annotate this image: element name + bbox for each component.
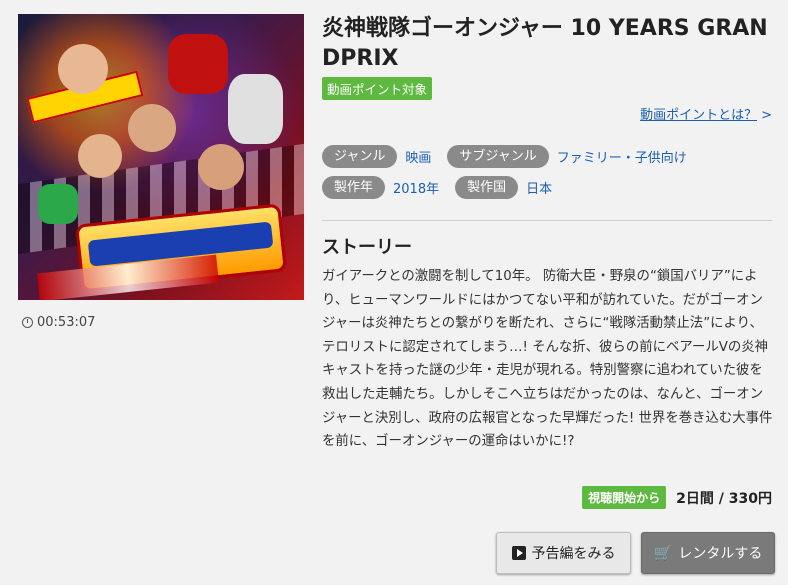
rental-button[interactable]: 🛒 レンタルする — [641, 532, 775, 574]
poster-image — [18, 14, 304, 300]
point-eligible-badge: 動画ポイント対象 — [322, 77, 433, 100]
duration-text: 00:53:07 — [37, 315, 96, 330]
year-link[interactable]: 2018年 — [393, 178, 439, 197]
cart-icon: 🛒 — [653, 544, 673, 562]
country-link[interactable]: 日本 — [526, 178, 552, 197]
subgenre-link[interactable]: ファミリー・子供向け — [557, 147, 687, 166]
subgenre-label: サブジャンル — [447, 145, 549, 168]
genre-link[interactable]: 映画 — [405, 147, 431, 166]
preview-button[interactable]: 予告編をみる — [496, 532, 631, 574]
point-info-link-text: 動画ポイントとは？ — [640, 108, 758, 123]
divider — [322, 220, 772, 221]
country-label: 製作国 — [455, 176, 519, 199]
clock-icon — [22, 317, 33, 328]
chevron-right-icon: > — [761, 108, 772, 123]
meta-row-genre: ジャンル 映画 サブジャンル ファミリー・子供向け — [322, 145, 703, 168]
rental-button-label: レンタルする — [678, 546, 763, 562]
play-icon — [511, 546, 526, 560]
point-info-link[interactable]: 動画ポイントとは？ > — [640, 104, 772, 123]
story-heading: ストーリー — [322, 237, 412, 258]
genre-label: ジャンル — [322, 145, 398, 168]
rental-price: 2日間 / 330円 — [676, 490, 772, 507]
page-title: 炎神戦隊ゴーオンジャー 10 YEARS GRANDPRIX — [322, 16, 768, 71]
price-row: 視聴開始から 2日間 / 330円 — [582, 486, 772, 509]
viewing-start-badge: 視聴開始から — [582, 486, 667, 509]
story-text: ガイアークとの激闘を制して10年。 防衛大臣・野泉の“鎖国バリア”により、ヒュー… — [322, 269, 773, 450]
year-label: 製作年 — [322, 176, 386, 199]
meta-row-production: 製作年 2018年 製作国 日本 — [322, 176, 568, 199]
preview-button-label: 予告編をみる — [531, 546, 616, 562]
duration: 00:53:07 — [22, 315, 95, 330]
